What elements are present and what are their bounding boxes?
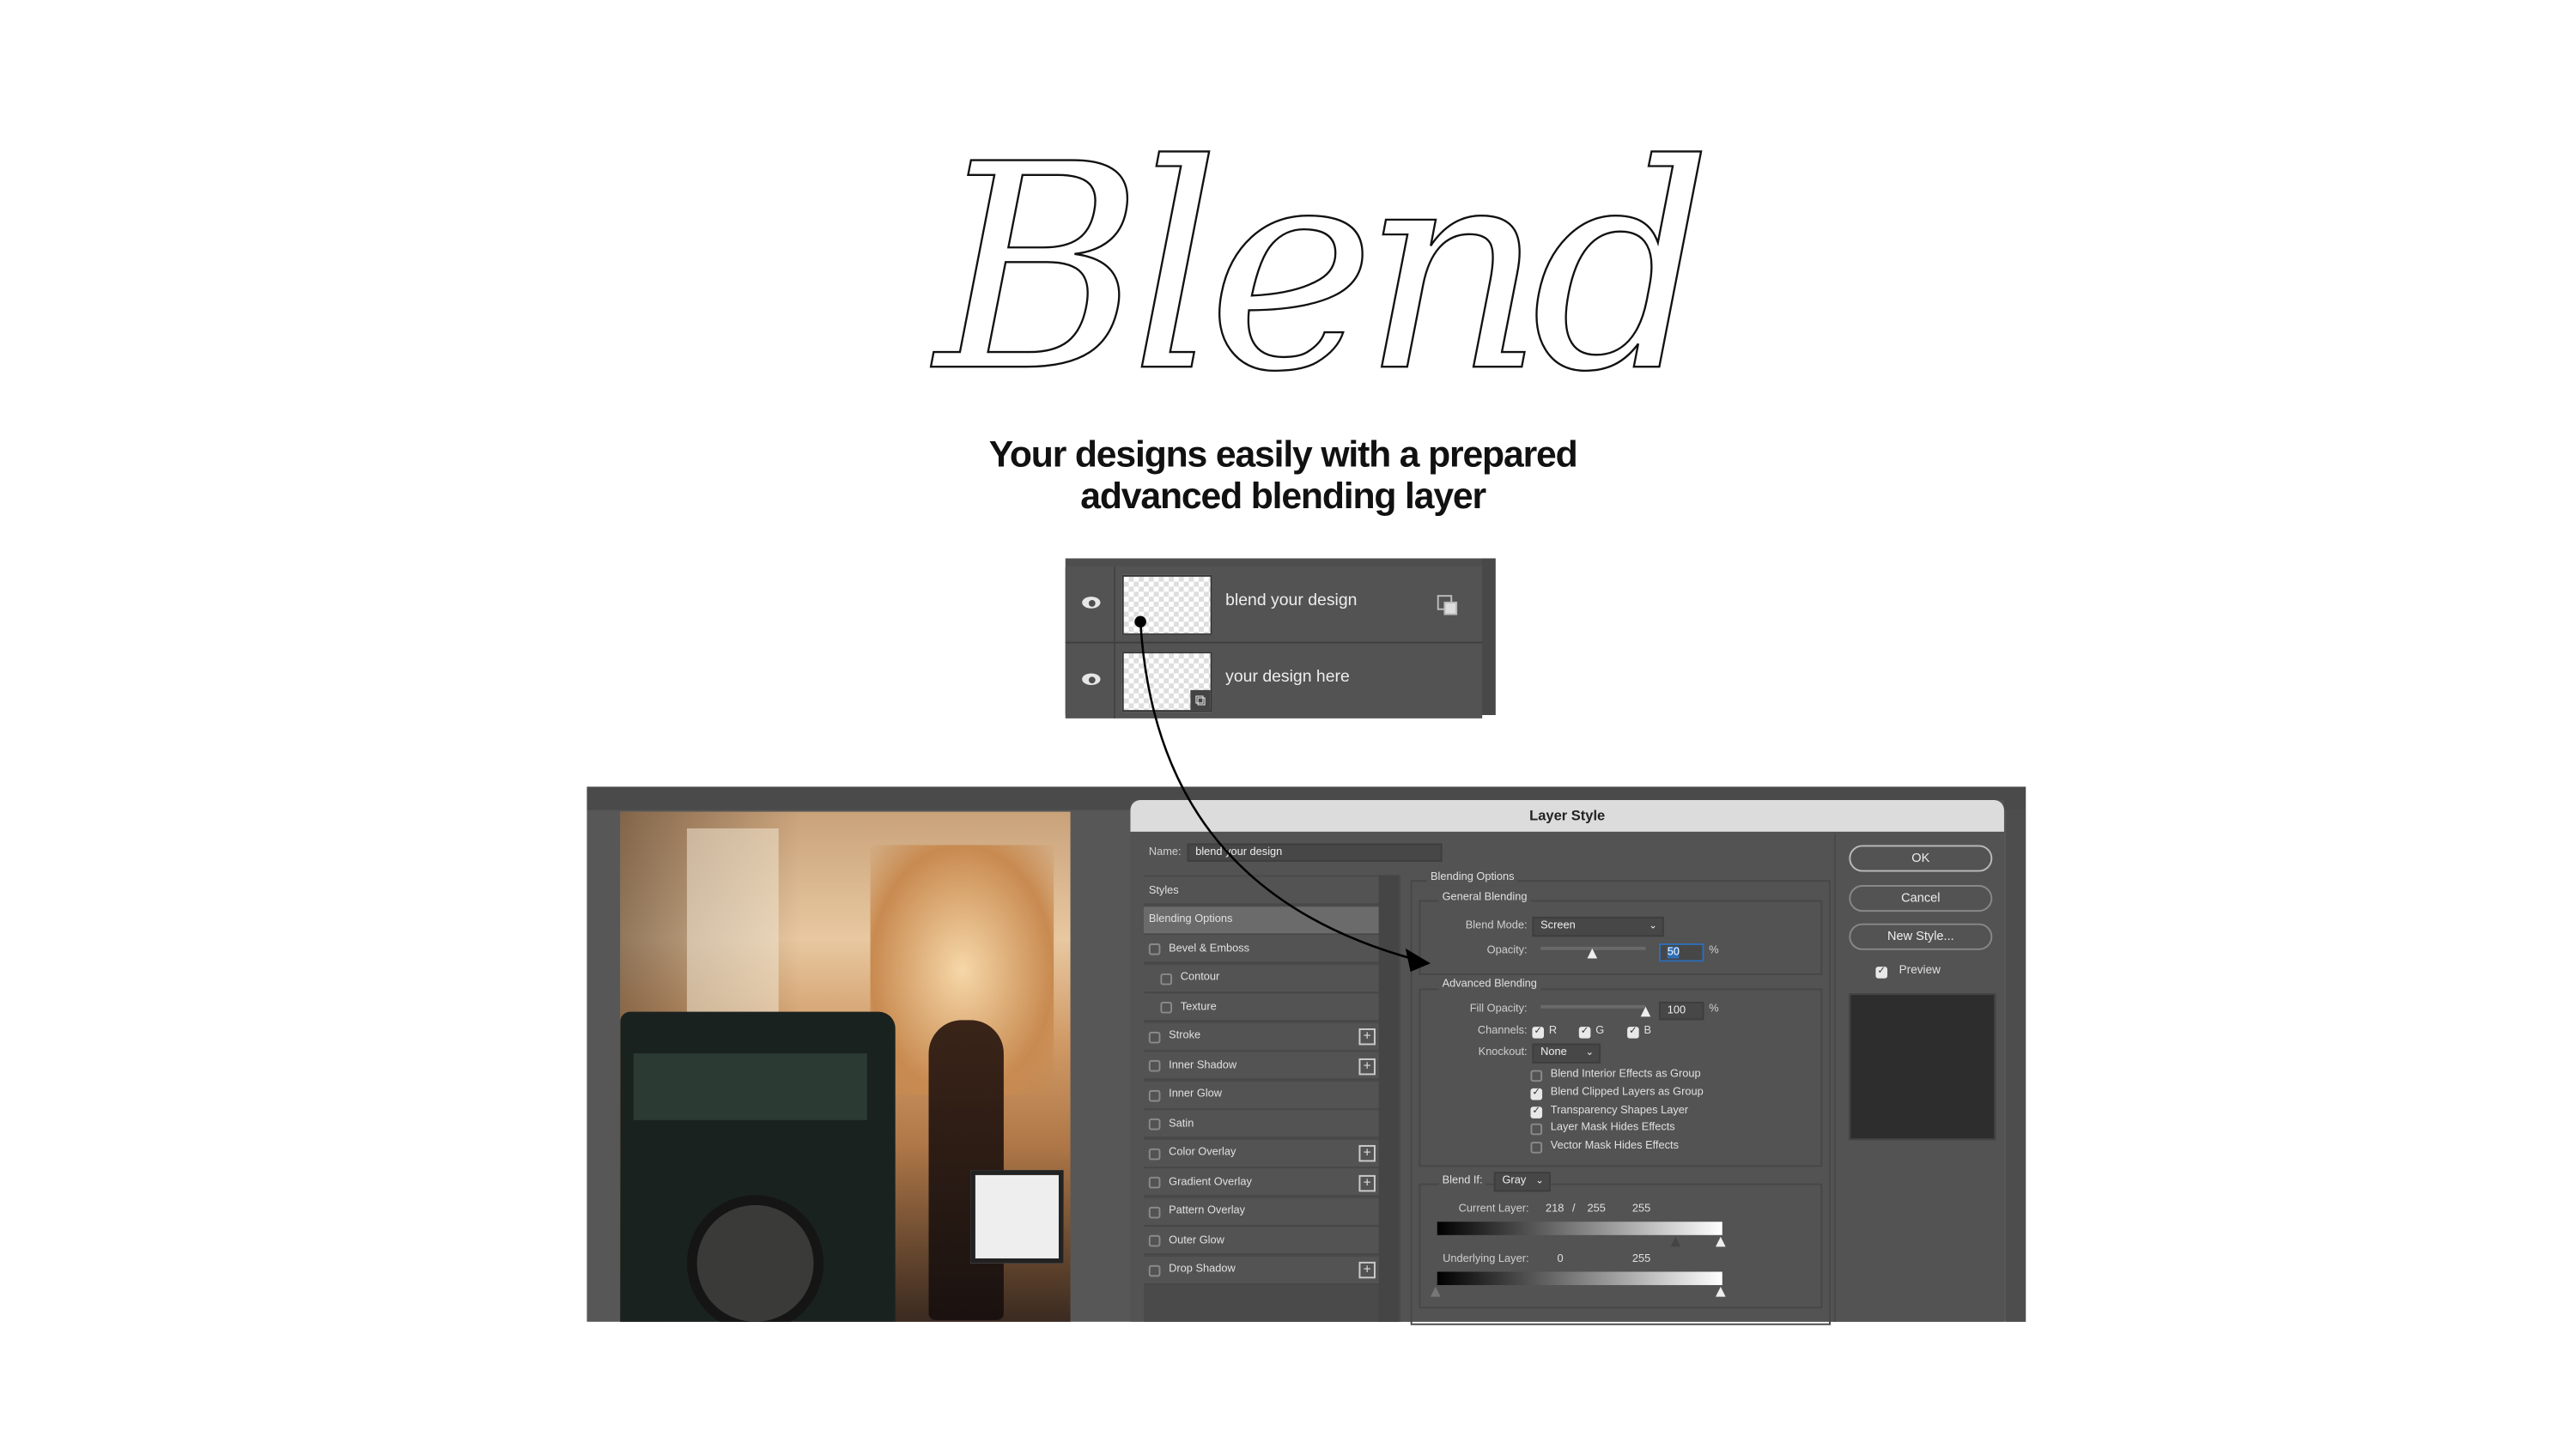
connector-arrow: [1134, 615, 1431, 973]
stage: Blend Your designs easily with a prepare…: [0, 0, 2576, 1448]
arrowhead-icon: [1405, 948, 1431, 973]
connector-curve: [1139, 621, 1418, 961]
